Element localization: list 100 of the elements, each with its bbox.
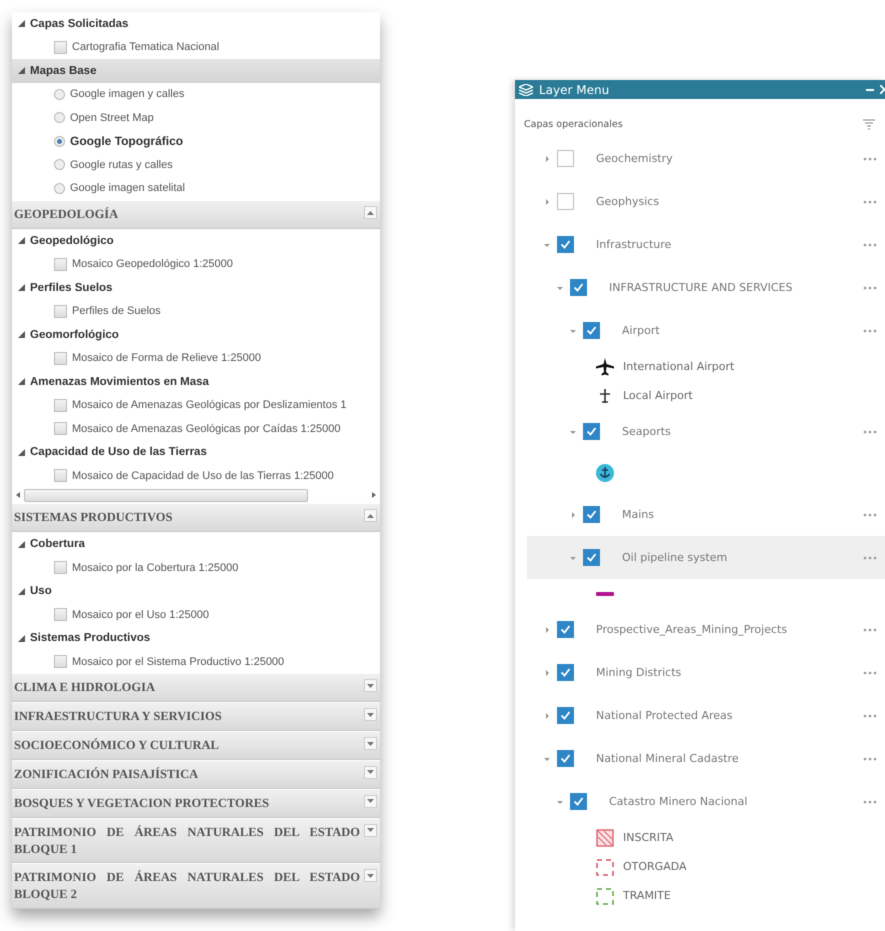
radio-button[interactable]: [54, 88, 65, 100]
section-header[interactable]: SOCIOECONÓMICO Y CULTURAL: [12, 731, 380, 760]
layer-row[interactable]: Prospective_Areas_Mining_Projects: [515, 608, 885, 651]
layer-row[interactable]: Airport: [515, 309, 885, 352]
group-row[interactable]: Geomorfológico: [12, 322, 380, 346]
filter-icon[interactable]: [863, 118, 875, 130]
layer-checkbox[interactable]: [557, 707, 574, 724]
checkbox[interactable]: [54, 352, 67, 365]
scroll-right-icon[interactable]: [372, 492, 376, 498]
section-header[interactable]: ZONIFICACIÓN PAISAJÍSTICA: [12, 760, 380, 789]
more-options-icon[interactable]: [863, 328, 877, 332]
more-options-icon[interactable]: [863, 556, 877, 560]
collapse-toggle-button[interactable]: [364, 794, 377, 808]
collapse-toggle-button[interactable]: [364, 737, 377, 750]
group-row[interactable]: Mapas Base: [12, 59, 380, 82]
collapse-toggle-button[interactable]: [364, 766, 377, 779]
layer-row[interactable]: Mining Districts: [515, 651, 885, 694]
group-row[interactable]: Cobertura: [12, 532, 380, 556]
layer-checkbox[interactable]: [583, 506, 600, 523]
section-header[interactable]: PATRIMONIO DE ÁREAS NATURALES DEL ESTADO BLOQUE 2: [12, 863, 380, 910]
caret-icon[interactable]: [543, 198, 551, 206]
layer-checkbox[interactable]: [570, 279, 587, 296]
collapse-toggle-button[interactable]: [364, 679, 377, 692]
expand-triangle-icon[interactable]: [18, 448, 25, 456]
more-options-icon[interactable]: [863, 800, 877, 804]
caret-icon[interactable]: [543, 668, 551, 676]
expand-triangle-icon[interactable]: [18, 237, 25, 244]
more-options-icon[interactable]: [863, 756, 877, 760]
layer-row[interactable]: Geochemistry: [515, 137, 885, 180]
more-options-icon[interactable]: [863, 670, 877, 674]
group-row[interactable]: Sistemas Productivos: [12, 626, 380, 650]
checkbox[interactable]: [54, 258, 67, 271]
section-header[interactable]: BOSQUES Y VEGETACION PROTECTORES: [12, 788, 380, 818]
more-options-icon[interactable]: [863, 286, 877, 290]
group-row[interactable]: Perfiles Suelos: [12, 276, 380, 300]
checkbox[interactable]: [54, 655, 67, 668]
collapse-toggle-button[interactable]: [364, 206, 377, 219]
group-row[interactable]: Amenazas Movimientos en Masa: [12, 370, 380, 394]
more-options-icon[interactable]: [863, 714, 877, 718]
layer-row[interactable]: INFRASTRUCTURE AND SERVICES: [515, 266, 885, 309]
checkbox[interactable]: [54, 304, 67, 318]
minimize-icon[interactable]: [866, 88, 874, 90]
expand-triangle-icon[interactable]: [18, 540, 25, 548]
group-row[interactable]: Capas Solicitadas: [12, 12, 380, 36]
layer-row[interactable]: Infrastructure: [515, 223, 885, 266]
section-header[interactable]: PATRIMONIO DE ÁREAS NATURALES DEL ESTADO BLOQUE 1: [12, 818, 380, 864]
caret-icon[interactable]: [543, 154, 551, 162]
collapse-toggle-button[interactable]: [364, 708, 377, 722]
expand-triangle-icon[interactable]: [18, 588, 25, 594]
caret-icon[interactable]: [543, 626, 551, 634]
radio-button[interactable]: [54, 136, 65, 147]
section-header[interactable]: CLIMA E HIDROLOGIA: [12, 673, 380, 702]
radio-button[interactable]: [54, 182, 65, 194]
caret-icon[interactable]: [569, 510, 577, 518]
layer-checkbox[interactable]: [557, 750, 574, 767]
section-header[interactable]: GEOPEDOLOGÍA: [12, 200, 380, 229]
more-options-icon[interactable]: [863, 512, 877, 516]
layer-checkbox[interactable]: [557, 664, 574, 681]
collapse-toggle-button[interactable]: [364, 869, 377, 882]
layer-checkbox[interactable]: [557, 621, 574, 638]
radio-button[interactable]: [54, 112, 65, 124]
close-icon[interactable]: [880, 85, 885, 94]
checkbox[interactable]: [54, 398, 67, 412]
layer-checkbox[interactable]: [570, 793, 587, 810]
more-options-icon[interactable]: [863, 200, 877, 204]
layer-checkbox[interactable]: [583, 423, 600, 440]
collapse-toggle-button[interactable]: [364, 509, 377, 522]
expand-triangle-icon[interactable]: [18, 331, 25, 338]
more-options-icon[interactable]: [863, 628, 877, 632]
layer-row[interactable]: Geophysics: [515, 180, 885, 223]
checkbox[interactable]: [54, 422, 67, 436]
section-header[interactable]: SISTEMAS PRODUCTIVOS: [12, 503, 380, 532]
group-row[interactable]: Capacidad de Uso de las Tierras: [12, 440, 380, 464]
collapse-toggle-button[interactable]: [364, 824, 377, 837]
checkbox[interactable]: [54, 469, 67, 482]
checkbox[interactable]: [54, 608, 67, 621]
layer-row[interactable]: Oil pipeline system: [527, 536, 885, 579]
section-header[interactable]: INFRAESTRUCTURA Y SERVICIOS: [12, 702, 380, 731]
expand-triangle-icon[interactable]: [18, 20, 25, 28]
radio-button[interactable]: [54, 159, 65, 170]
layer-checkbox[interactable]: [557, 236, 574, 253]
checkbox[interactable]: [54, 561, 67, 574]
layer-checkbox[interactable]: [583, 322, 600, 339]
layer-row[interactable]: National Protected Areas: [515, 694, 885, 737]
expand-triangle-icon[interactable]: [18, 67, 25, 74]
layer-row[interactable]: Mains: [515, 493, 885, 536]
expand-triangle-icon[interactable]: [18, 634, 25, 642]
layer-checkbox[interactable]: [557, 193, 574, 210]
group-row[interactable]: Geopedológico: [12, 228, 380, 252]
layer-checkbox[interactable]: [583, 549, 600, 566]
checkbox[interactable]: [54, 40, 67, 54]
caret-icon[interactable]: [543, 712, 551, 720]
layer-checkbox[interactable]: [557, 150, 574, 167]
expand-triangle-icon[interactable]: [18, 378, 25, 386]
more-options-icon[interactable]: [863, 242, 877, 246]
expand-triangle-icon[interactable]: [18, 284, 25, 292]
group-row[interactable]: Uso: [12, 579, 380, 603]
more-options-icon[interactable]: [863, 430, 877, 434]
scroll-left-icon[interactable]: [16, 492, 20, 498]
more-options-icon[interactable]: [863, 156, 877, 160]
